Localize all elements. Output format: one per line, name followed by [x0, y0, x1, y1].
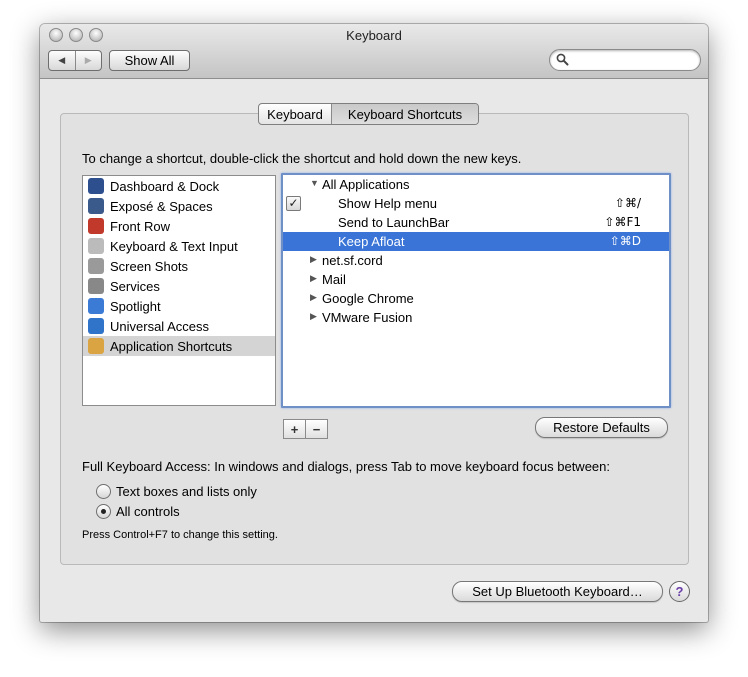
shortcut-row[interactable]: Send to LaunchBar ⇧⌘F1	[283, 213, 669, 232]
restore-defaults-button[interactable]: Restore Defaults	[535, 417, 668, 438]
help-button[interactable]: ?	[669, 581, 690, 602]
category-label: Exposé & Spaces	[110, 198, 213, 214]
search-field[interactable]	[549, 49, 701, 71]
category-item[interactable]: Dashboard & Dock	[83, 176, 275, 196]
back-arrow-icon: ◀	[58, 55, 66, 65]
radio-button[interactable]	[96, 504, 111, 519]
shortcut-label: Mail	[322, 272, 346, 287]
shortcut-row[interactable]: ✓ Show Help menu ⇧⌘/	[283, 194, 669, 213]
keyboard-text-input-icon	[88, 238, 104, 254]
shortcut-label: VMware Fusion	[322, 310, 413, 325]
category-label: Keyboard & Text Input	[110, 238, 238, 254]
radio-label: All controls	[116, 504, 180, 519]
radio-all-controls[interactable]: All controls	[96, 504, 180, 519]
shortcut-group-row[interactable]: ▶ VMware Fusion	[283, 308, 669, 327]
radio-text-boxes-only[interactable]: Text boxes and lists only	[96, 484, 257, 499]
spotlight-icon	[88, 298, 104, 314]
shortcut-keys[interactable]: ⇧⌘D	[610, 234, 641, 248]
shortcut-label: Send to LaunchBar	[338, 215, 450, 230]
category-label: Dashboard & Dock	[110, 178, 220, 194]
dashboard-dock-icon	[88, 178, 104, 194]
category-list: Dashboard & Dock Exposé & Spaces Front Row…	[82, 175, 276, 406]
shortcut-group-row[interactable]: ▼ All Applications	[283, 175, 669, 194]
shortcut-label: Show Help menu	[338, 196, 437, 211]
category-label: Spotlight	[110, 298, 161, 314]
shortcut-group-row[interactable]: ▶ Mail	[283, 270, 669, 289]
title-bar: Keyboard ◀ ▶ Show All	[40, 24, 708, 79]
setup-bluetooth-keyboard-button[interactable]: Set Up Bluetooth Keyboard…	[452, 581, 663, 602]
enabled-checkbox[interactable]: ✓	[286, 196, 301, 211]
keyboard-access-hint: Press Control+F7 to change this setting.	[82, 529, 278, 541]
shortcut-label: Keep Afloat	[338, 234, 405, 249]
radio-label: Text boxes and lists only	[116, 484, 257, 499]
category-item[interactable]: Exposé & Spaces	[83, 196, 275, 216]
shortcut-label: Google Chrome	[322, 291, 414, 306]
disclosure-closed-icon[interactable]: ▶	[310, 254, 317, 265]
instructions-text: To change a shortcut, double-click the s…	[82, 151, 522, 166]
disclosure-closed-icon[interactable]: ▶	[310, 292, 317, 303]
shortcut-label: net.sf.cord	[322, 253, 383, 268]
shortcut-label: All Applications	[322, 177, 410, 192]
forward-button[interactable]: ▶	[76, 51, 102, 70]
question-mark-icon: ?	[675, 584, 684, 599]
shortcut-keys[interactable]: ⇧⌘/	[615, 196, 641, 210]
remove-shortcut-button[interactable]: −	[306, 420, 327, 438]
search-icon	[556, 53, 569, 66]
category-item[interactable]: Application Shortcuts	[83, 336, 275, 356]
tab-keyboard[interactable]: Keyboard	[259, 104, 332, 124]
show-all-button[interactable]: Show All	[109, 50, 190, 71]
tab-keyboard-shortcuts[interactable]: Keyboard Shortcuts	[332, 104, 478, 124]
category-item[interactable]: Spotlight	[83, 296, 275, 316]
category-item[interactable]: Screen Shots	[83, 256, 275, 276]
category-item[interactable]: Services	[83, 276, 275, 296]
category-label: Screen Shots	[110, 258, 189, 274]
disclosure-closed-icon[interactable]: ▶	[310, 273, 317, 284]
window-title: Keyboard	[346, 28, 402, 43]
shortcut-keys[interactable]: ⇧⌘F1	[604, 215, 641, 229]
forward-arrow-icon: ▶	[84, 55, 92, 65]
back-button[interactable]: ◀	[49, 51, 76, 70]
expose-spaces-icon	[88, 198, 104, 214]
disclosure-closed-icon[interactable]: ▶	[310, 311, 317, 322]
category-label: Application Shortcuts	[110, 338, 233, 354]
screen-shots-icon	[88, 258, 104, 274]
category-item[interactable]: Universal Access	[83, 316, 275, 336]
category-item[interactable]: Keyboard & Text Input	[83, 236, 275, 256]
shortcut-group-row[interactable]: ▶ Google Chrome	[283, 289, 669, 308]
services-icon	[88, 278, 104, 294]
shortcut-row[interactable]: Keep Afloat ⇧⌘D	[283, 232, 669, 251]
shortcut-list: ▼ All Applications ✓ Show Help menu ⇧⌘/ Send …	[281, 173, 671, 408]
add-shortcut-button[interactable]: +	[284, 420, 306, 438]
front-row-icon	[88, 218, 104, 234]
category-label: Universal Access	[110, 318, 209, 334]
full-keyboard-access-label: Full Keyboard Access: In windows and dia…	[82, 459, 610, 474]
radio-button[interactable]	[96, 484, 111, 499]
category-label: Front Row	[110, 218, 170, 234]
add-remove-buttons: + −	[283, 419, 328, 439]
application-shortcuts-icon	[88, 338, 104, 354]
category-label: Services	[110, 278, 160, 294]
search-input[interactable]	[572, 52, 690, 67]
shortcut-group-row[interactable]: ▶ net.sf.cord	[283, 251, 669, 270]
tab-bar: Keyboard Keyboard Shortcuts	[258, 103, 479, 125]
navigation-buttons: ◀ ▶	[48, 50, 102, 71]
system-preferences-window: Keyboard ◀ ▶ Show All Keyboard Keyboard …	[40, 24, 708, 622]
category-item[interactable]: Front Row	[83, 216, 275, 236]
universal-access-icon	[88, 318, 104, 334]
disclosure-open-icon[interactable]: ▼	[310, 178, 319, 188]
